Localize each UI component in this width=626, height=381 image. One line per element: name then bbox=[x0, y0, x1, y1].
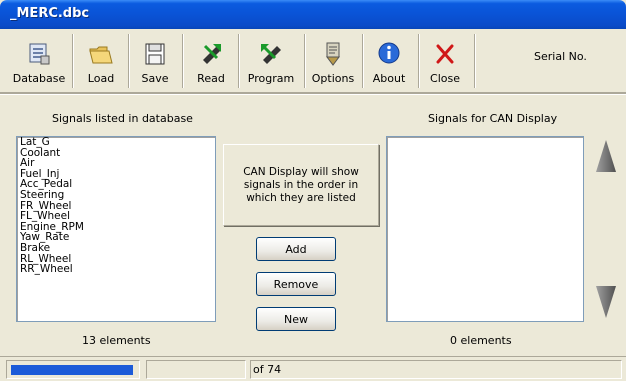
program-label: Program bbox=[247, 72, 295, 85]
remove-button[interactable]: Remove bbox=[256, 272, 336, 296]
toolbar-separator bbox=[72, 34, 74, 88]
folder-open-icon bbox=[89, 46, 113, 64]
options-button[interactable]: Options bbox=[308, 34, 358, 88]
toolbar-separator bbox=[128, 34, 130, 88]
info-icon bbox=[378, 42, 400, 64]
toolbar-separator bbox=[238, 34, 240, 88]
toolbar-separator bbox=[182, 34, 184, 88]
page-status-text: of 74 bbox=[253, 363, 282, 376]
list-item[interactable]: Steering bbox=[17, 190, 215, 201]
read-icon bbox=[203, 44, 221, 64]
save-label: Save bbox=[141, 72, 169, 85]
page-status-panel: of 74 bbox=[250, 360, 622, 379]
new-button[interactable]: New bbox=[256, 307, 336, 331]
read-button[interactable]: Read bbox=[188, 34, 234, 88]
floppy-disk-icon bbox=[145, 43, 165, 65]
list-item[interactable]: RR_Wheel bbox=[17, 264, 215, 275]
program-button[interactable]: Program bbox=[242, 34, 300, 88]
toolbar-separator bbox=[362, 34, 364, 88]
load-button[interactable]: Load bbox=[76, 34, 126, 88]
toolbar-separator bbox=[304, 34, 306, 88]
serial-number-label: Serial No. bbox=[534, 50, 587, 63]
close-icon bbox=[436, 44, 454, 64]
status-bar: of 74 bbox=[0, 356, 626, 381]
move-down-arrow-icon[interactable] bbox=[594, 284, 618, 320]
divider bbox=[0, 92, 626, 95]
options-label: Options bbox=[311, 72, 355, 85]
right-element-count: 0 elements bbox=[450, 334, 512, 347]
options-icon bbox=[326, 42, 340, 66]
database-label: Database bbox=[12, 72, 66, 85]
progress-panel bbox=[6, 360, 140, 379]
close-label: Close bbox=[430, 72, 460, 85]
title-bar[interactable]: _MERC.dbc bbox=[0, 0, 626, 29]
info-text: CAN Display will show signals in the ord… bbox=[243, 166, 359, 204]
progress-bar bbox=[11, 365, 133, 375]
can-display-signals-list[interactable] bbox=[386, 136, 584, 322]
toolbar-separator bbox=[474, 34, 476, 88]
database-signals-list[interactable]: Lat_G Coolant Air Fuel_Inj Acc_Pedal Ste… bbox=[16, 136, 216, 322]
toolbar-separator bbox=[418, 34, 420, 88]
list-item[interactable]: Coolant bbox=[17, 147, 215, 159]
about-label: About bbox=[372, 72, 406, 85]
database-icon bbox=[29, 43, 50, 65]
left-element-count: 13 elements bbox=[82, 334, 151, 347]
right-panel-header: Signals for CAN Display bbox=[428, 112, 558, 125]
database-button[interactable]: Database bbox=[8, 34, 70, 88]
add-button[interactable]: Add bbox=[256, 237, 336, 261]
list-item[interactable]: Brake bbox=[17, 243, 215, 254]
status-panel bbox=[146, 360, 246, 379]
list-item[interactable]: Lat_G bbox=[17, 137, 215, 148]
close-button[interactable]: Close bbox=[422, 34, 468, 88]
program-icon bbox=[261, 44, 281, 64]
save-button[interactable]: Save bbox=[132, 34, 178, 88]
toolbar: Database Load Save Read Program Options … bbox=[4, 32, 624, 90]
load-label: Load bbox=[87, 72, 115, 85]
info-panel: CAN Display will show signals in the ord… bbox=[223, 144, 379, 226]
about-button[interactable]: About bbox=[366, 34, 412, 88]
left-panel-header: Signals listed in database bbox=[52, 112, 193, 125]
read-label: Read bbox=[197, 72, 225, 85]
move-up-arrow-icon[interactable] bbox=[594, 138, 618, 174]
window-title: _MERC.dbc bbox=[10, 6, 90, 21]
